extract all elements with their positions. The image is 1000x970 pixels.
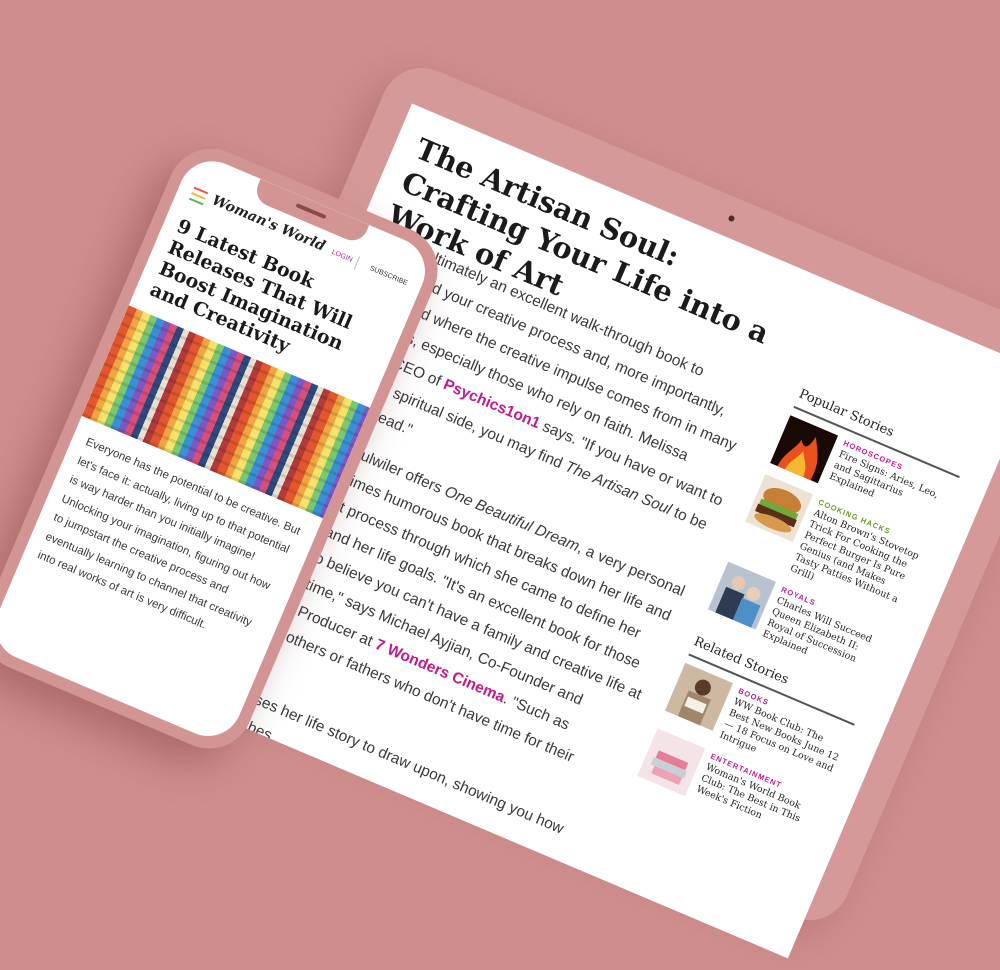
royals-thumbnail: [707, 561, 777, 630]
fire-thumbnail: [769, 415, 839, 484]
subscribe-link[interactable]: SUBSCRIBE: [369, 265, 409, 287]
woman-reading-thumbnail: [664, 662, 734, 731]
hamburger-menu-icon[interactable]: [188, 186, 209, 206]
menu-bar: [188, 197, 204, 206]
books-thumbnail: [637, 728, 706, 797]
tablet-camera: [727, 214, 736, 223]
login-link[interactable]: LOGIN: [331, 249, 354, 264]
burger-thumbnail: [744, 474, 814, 543]
header-divider: [353, 256, 361, 270]
